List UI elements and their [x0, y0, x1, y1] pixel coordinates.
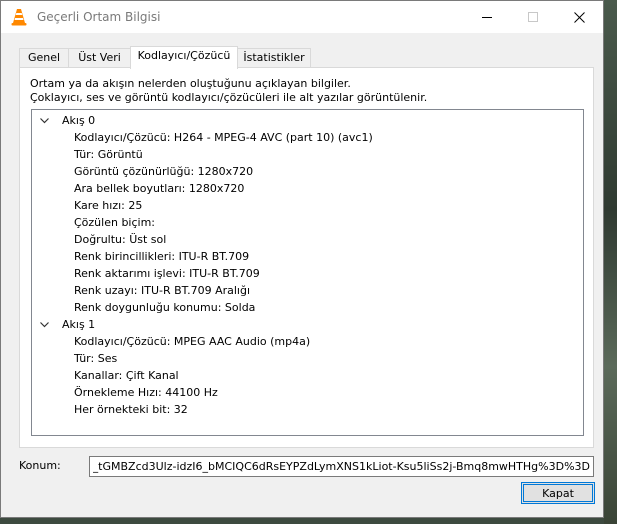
stream-0-header[interactable]: Akış 0: [40, 112, 95, 129]
tree-row[interactable]: Renk uzayı: ITU-R BT.709 Aralığı: [74, 282, 250, 299]
tree-row[interactable]: Örnekleme Hızı: 44100 Hz: [74, 384, 218, 401]
codec-panel: Ortam ya da akışın nelerden oluştuğunu a…: [19, 67, 594, 448]
window-title: Geçerli Ortam Bilgisi: [37, 10, 161, 24]
tab-metadata[interactable]: Üst Veri: [68, 48, 131, 68]
tree-row[interactable]: Kodlayıcı/Çözücü: MPEG AAC Audio (mp4a): [74, 333, 310, 350]
tree-row[interactable]: Tür: Ses: [74, 350, 117, 367]
tree-row[interactable]: Ara bellek boyutları: 1280x720: [74, 180, 244, 197]
location-label: Konum:: [19, 459, 61, 472]
stream-1-header[interactable]: Akış 1: [40, 316, 95, 333]
title-bar[interactable]: Geçerli Ortam Bilgisi: [1, 1, 603, 33]
tab-codec[interactable]: Kodlayıcı/Çözücü: [130, 46, 238, 69]
tree-row[interactable]: Kodlayıcı/Çözücü: H264 - MPEG-4 AVC (par…: [74, 129, 373, 146]
tree-row[interactable]: Renk doygunluğu konumu: Solda: [74, 299, 255, 316]
tree-row[interactable]: Her örnekteki bit: 32: [74, 401, 188, 418]
tree-row[interactable]: Kanallar: Çift Kanal: [74, 367, 179, 384]
tree-row[interactable]: Çözülen biçim:: [74, 214, 155, 231]
tree-row[interactable]: Tür: Görüntü: [74, 146, 143, 163]
desktop-background: [604, 0, 617, 524]
tree-row[interactable]: Renk aktarımı işlevi: ITU-R BT.709: [74, 265, 260, 282]
media-info-dialog: Geçerli Ortam Bilgisi Genel Üst Veri Kod…: [0, 0, 604, 518]
location-field[interactable]: [89, 456, 594, 477]
close-button[interactable]: Kapat: [521, 482, 595, 504]
tab-general[interactable]: Genel: [19, 48, 69, 68]
maximize-icon: [528, 12, 538, 22]
tree-row[interactable]: Görüntü çözünürlüğü: 1280x720: [74, 163, 253, 180]
close-icon: [574, 12, 585, 23]
minimize-icon: [482, 17, 492, 18]
tree-row[interactable]: Kare hızı: 25: [74, 197, 142, 214]
vlc-cone-icon: [11, 8, 27, 26]
tab-statistics[interactable]: İstatistikler: [237, 48, 311, 68]
tree-row[interactable]: Renk birincillikleri: ITU-R BT.709: [74, 248, 249, 265]
chevron-down-icon[interactable]: [40, 316, 52, 333]
tree-row[interactable]: Doğrultu: Üst sol: [74, 231, 166, 248]
maximize-button[interactable]: [511, 1, 557, 33]
window-close-button[interactable]: [557, 1, 603, 33]
stream-tree[interactable]: Akış 0 Kodlayıcı/Çözücü: H264 - MPEG-4 A…: [31, 109, 584, 436]
panel-description: Ortam ya da akışın nelerden oluştuğunu a…: [30, 77, 428, 104]
chevron-down-icon[interactable]: [40, 112, 52, 129]
minimize-button[interactable]: [465, 1, 511, 33]
